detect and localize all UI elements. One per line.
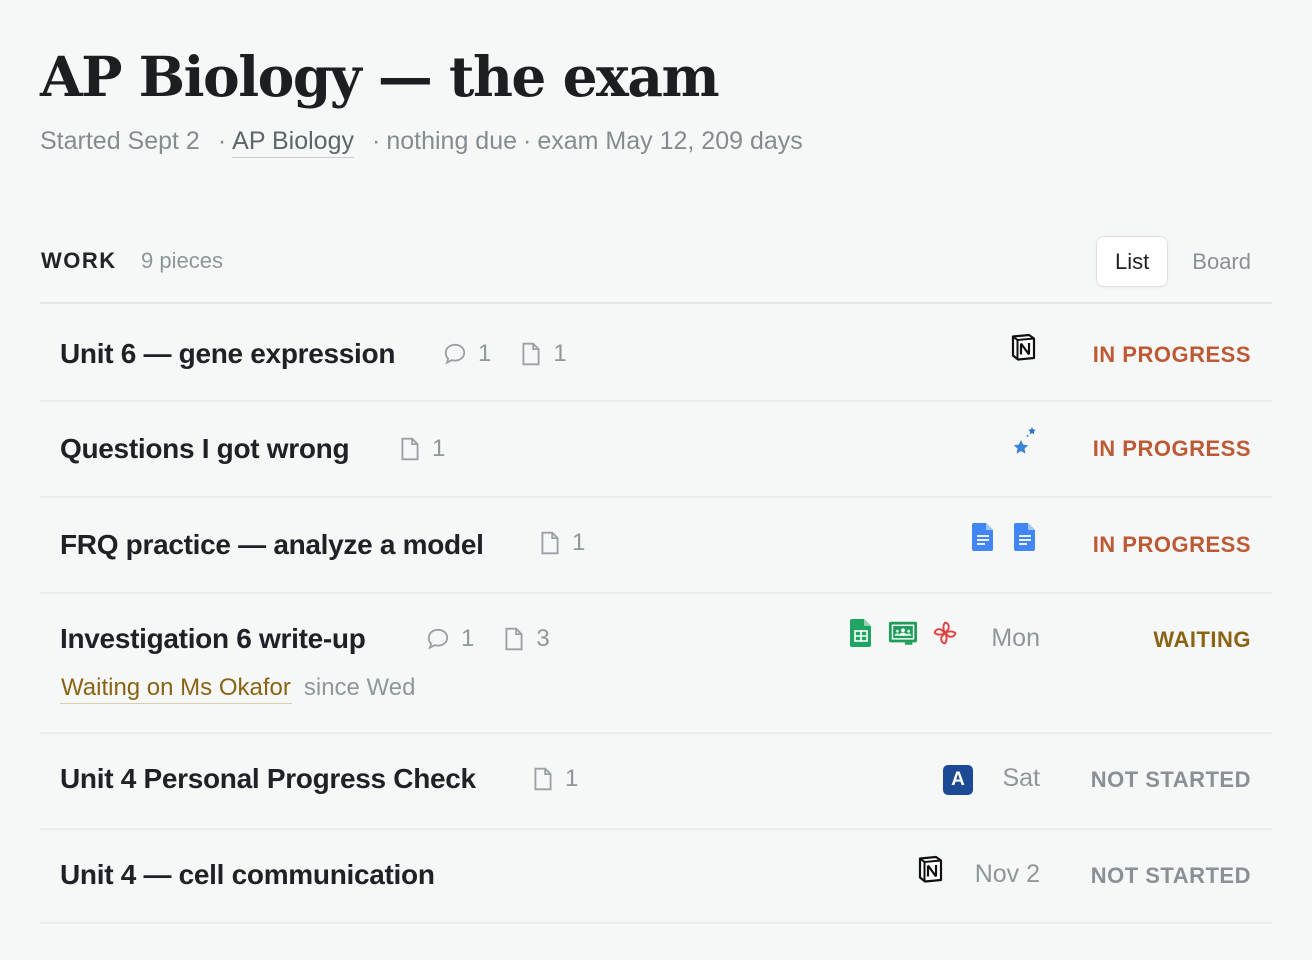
file-icon: [522, 342, 540, 366]
pinwheel-icon[interactable]: [930, 618, 960, 648]
google-docs-icon[interactable]: [1010, 522, 1040, 552]
comment-count: 1: [425, 625, 474, 653]
started-date: Started Sept 2: [40, 127, 200, 155]
work-title[interactable]: Unit 6 — gene expression: [60, 338, 395, 370]
file-count: 1: [519, 340, 567, 368]
course-link[interactable]: AP Biology: [232, 127, 354, 158]
work-row[interactable]: Unit 6 — gene expression 1 1 IN PROGRESS: [40, 306, 1272, 402]
file-icon: [541, 531, 559, 555]
file-icon: [534, 767, 552, 791]
linked-tools: [1008, 332, 1038, 362]
list-view-button[interactable]: List: [1096, 236, 1169, 287]
work-row[interactable]: Unit 4 Personal Progress Check 1 A Sat N…: [40, 734, 1272, 830]
row-counters: 1: [538, 529, 613, 557]
row-counters: 1 1: [442, 340, 595, 368]
row-counters: 1: [398, 435, 473, 463]
row-counters: 1: [531, 765, 606, 793]
status-badge: NOT STARTED: [1090, 863, 1251, 888]
work-title[interactable]: Unit 4 Personal Progress Check: [60, 763, 476, 795]
due-date: Sat: [1002, 764, 1040, 792]
work-row[interactable]: Unit 4 — cell communication Nov 2 NOT ST…: [40, 830, 1272, 924]
due-date: Mon: [991, 624, 1040, 652]
google-sheets-icon[interactable]: [846, 618, 876, 648]
file-icon: [505, 627, 523, 651]
file-icon: [401, 437, 419, 461]
status-badge: IN PROGRESS: [1092, 532, 1251, 557]
page-meta: Started Sept 2 · AP Biology · nothing du…: [40, 127, 803, 158]
file-count: 1: [538, 529, 585, 557]
status-badge: WAITING: [1153, 627, 1251, 652]
notion-icon[interactable]: [915, 854, 945, 884]
linked-tools: [846, 618, 960, 648]
file-count: 3: [502, 625, 550, 653]
waiting-since: since Wed: [303, 674, 416, 701]
view-toggle: List Board: [1096, 236, 1272, 287]
work-count: 9 pieces: [141, 248, 223, 273]
linked-tools: [915, 854, 945, 884]
sparkle-stars-icon[interactable]: [1010, 427, 1040, 458]
notion-icon[interactable]: [1008, 332, 1038, 362]
due-date: Nov 2: [974, 860, 1040, 888]
work-row[interactable]: FRQ practice — analyze a model 1 IN PROG…: [40, 498, 1272, 594]
due-note: nothing due: [386, 127, 518, 155]
meta-separator: ·: [372, 127, 381, 155]
meta-separator: ·: [523, 127, 532, 155]
comment-icon: [444, 343, 466, 365]
comment-icon: [427, 628, 449, 650]
waiting-on-link[interactable]: Waiting on Ms Okafor: [60, 674, 292, 704]
meta-separator: ·: [217, 127, 227, 155]
work-section-header: WORK 9 pieces List Board: [40, 236, 1272, 304]
google-docs-icon[interactable]: [968, 522, 998, 552]
work-label: WORK: [41, 248, 117, 273]
waiting-note: Waiting on Ms Okafor since Wed: [60, 674, 415, 704]
row-counters: 1 3: [425, 625, 578, 653]
work-row[interactable]: Investigation 6 write-up 1 3 Mon WAITING: [40, 594, 1272, 734]
comment-count: 1: [442, 340, 491, 368]
status-badge: IN PROGRESS: [1092, 342, 1251, 367]
board-view-button[interactable]: Board: [1168, 236, 1272, 287]
work-title[interactable]: Investigation 6 write-up: [60, 623, 366, 655]
work-title[interactable]: Unit 4 — cell communication: [60, 859, 435, 891]
page-title: AP Biology — the exam: [40, 44, 720, 109]
file-count: 1: [398, 435, 445, 463]
file-count: 1: [531, 765, 578, 793]
status-badge: IN PROGRESS: [1092, 436, 1251, 461]
work-row[interactable]: Questions I got wrong 1 IN PROGRESS: [40, 402, 1272, 498]
work-title[interactable]: FRQ practice — analyze a model: [60, 529, 484, 561]
linked-tools: [968, 522, 1040, 552]
linked-tools: [1010, 427, 1040, 458]
work-title[interactable]: Questions I got wrong: [60, 433, 350, 465]
google-classroom-icon[interactable]: [888, 618, 918, 648]
status-badge: NOT STARTED: [1090, 767, 1251, 792]
exam-countdown: exam May 12, 209 days: [537, 127, 803, 155]
